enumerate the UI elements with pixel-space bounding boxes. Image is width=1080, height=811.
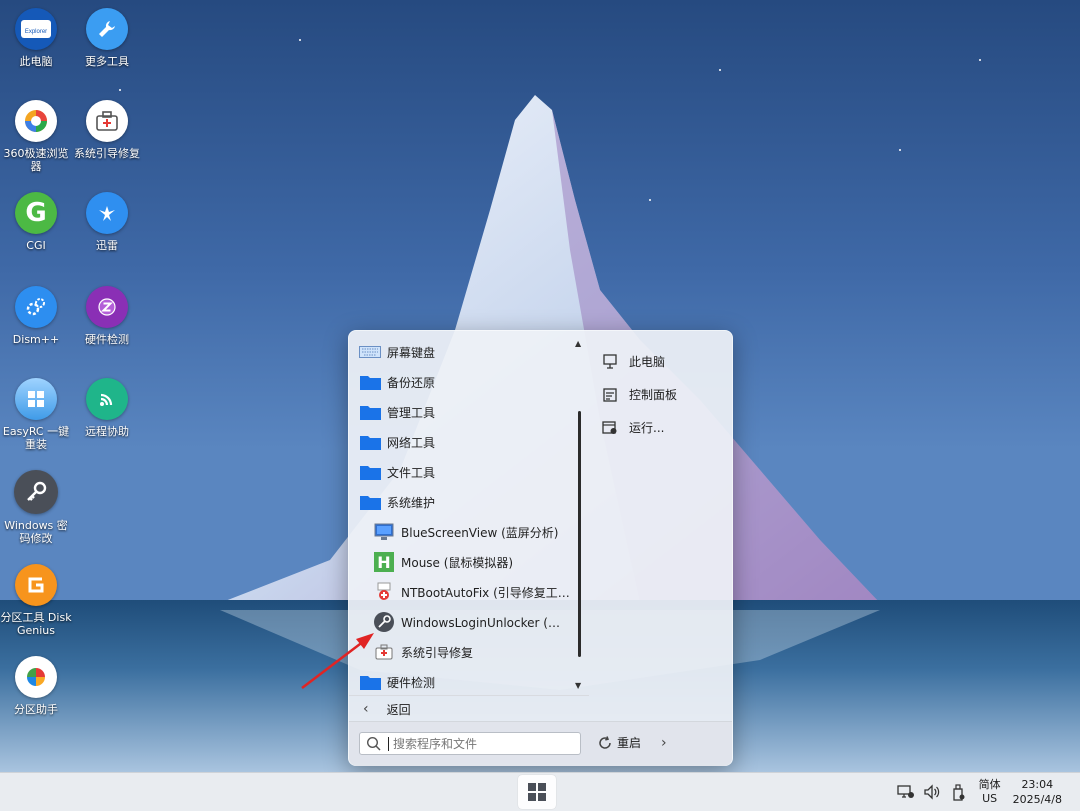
clock-date: 2025/4/8 — [1012, 793, 1062, 806]
system-tray: 简体 US 23:04 2025/4/8 — [896, 773, 1080, 811]
windows-logo-icon — [528, 783, 546, 801]
start-button[interactable] — [518, 775, 556, 809]
clock[interactable]: 23:04 2025/4/8 — [1013, 777, 1062, 807]
annotation-arrow — [301, 633, 374, 689]
taskbar: 简体 US 23:04 2025/4/8 — [0, 772, 1080, 811]
volume-icon[interactable] — [923, 783, 941, 801]
input-method-indicator[interactable]: 简体 US — [979, 778, 1001, 806]
ime-language: 简体 — [978, 778, 1001, 791]
clock-time: 23:04 — [1021, 778, 1054, 791]
network-icon[interactable] — [896, 783, 915, 801]
ime-layout: US — [982, 792, 998, 805]
usb-drive-icon[interactable] — [949, 783, 967, 801]
